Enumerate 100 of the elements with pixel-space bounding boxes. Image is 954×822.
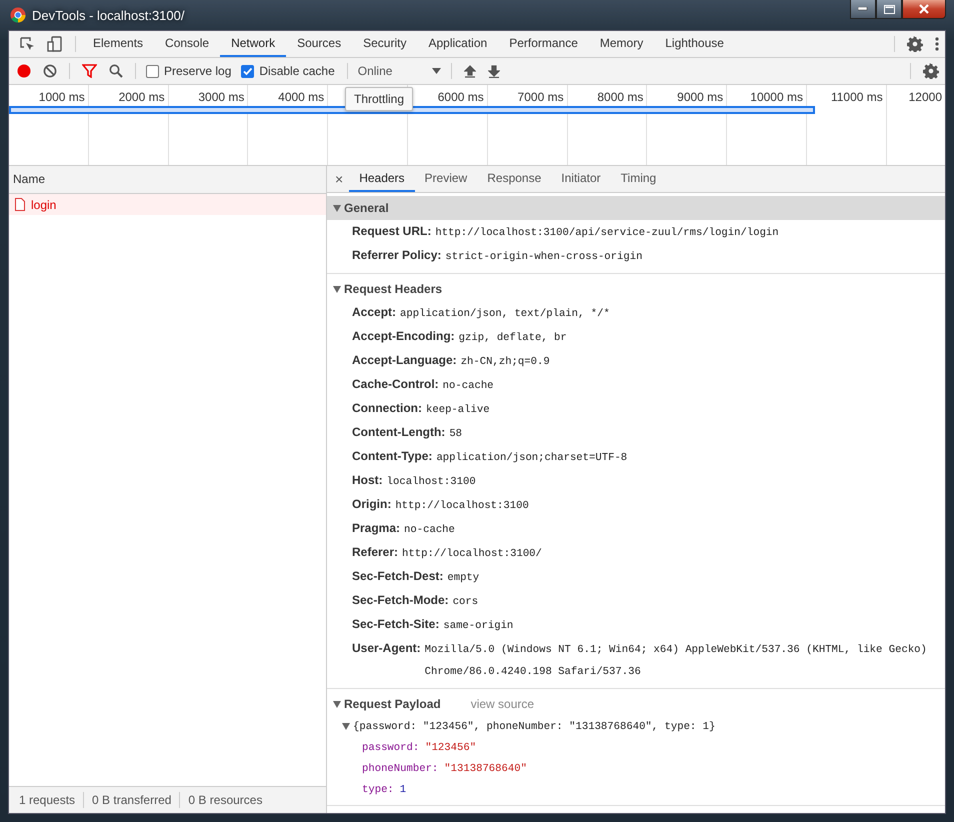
request-row[interactable]: login (9, 194, 326, 215)
column-header[interactable]: Name (9, 166, 326, 194)
time-tick-label: 1000 ms (38, 90, 85, 104)
header-name: Sec-Fetch-Site: (352, 616, 440, 633)
status-text: 0 B resources (188, 793, 262, 807)
time-tick-label: 2000 ms (118, 90, 165, 104)
view-source-link[interactable]: view source (470, 697, 534, 711)
time-tick-label: 4000 ms (278, 90, 324, 104)
window-title: DevTools - localhost:3100/ (32, 8, 184, 22)
header-value: Mozilla/5.0 (Windows NT 6.1; Win64; x64) AppleWebKit/537.36 (KHTML, like Gecko) Chrome/86.0.4240.198 Safari/537.36 (424, 643, 928, 680)
header-value: empty (447, 571, 480, 586)
property-key: type: (362, 784, 394, 796)
header-value: http://localhost:3100/api/service-zuul/rms/login/login (435, 226, 779, 241)
header-name: Accept: (352, 304, 396, 321)
header-name: Referer: (352, 544, 398, 561)
property-value: 1 (400, 784, 406, 796)
close-button[interactable] (902, 0, 946, 19)
header-name: Pragma: (352, 520, 400, 537)
header-name: Content-Type: (352, 448, 432, 465)
search-icon[interactable] (109, 64, 123, 78)
close-icon (918, 4, 930, 14)
close-button[interactable]: × (327, 166, 350, 192)
maximize-button[interactable] (876, 0, 902, 19)
time-tick-label: 8000 ms (597, 90, 644, 104)
detail-tab[interactable]: Timing (610, 166, 666, 192)
clear-icon[interactable] (43, 64, 57, 78)
checkbox[interactable] (146, 64, 159, 78)
header-value: keep-alive (426, 403, 490, 418)
upload-icon[interactable] (464, 64, 476, 78)
tooltip: Throttling (345, 87, 414, 111)
header-value: application/json, text/plain, */* (400, 307, 610, 322)
inspect-icon[interactable] (19, 36, 35, 52)
throttling-dropdown[interactable]: Online (354, 64, 446, 78)
header-name: Referrer Policy: (352, 247, 442, 264)
time-tick-label: 10000 ms (750, 90, 803, 104)
request-name: login (31, 198, 56, 212)
maximize-icon (884, 4, 894, 14)
header-value: zh-CN,zh;q=0.9 (460, 355, 550, 370)
panel-tab[interactable]: Security (352, 31, 418, 57)
header-value: no-cache (404, 523, 455, 538)
header-name: Cache-Control: (352, 376, 439, 393)
minimize-button[interactable] (850, 0, 876, 19)
header-name: Sec-Fetch-Dest: (352, 568, 444, 585)
detail-tab[interactable]: Response (477, 166, 552, 192)
filter-icon[interactable] (82, 64, 97, 78)
record-button[interactable] (17, 64, 31, 78)
more-menu-icon[interactable] (935, 37, 939, 51)
settings-icon[interactable] (907, 36, 923, 52)
header-value: localhost:3100 (386, 475, 476, 490)
panel-tab[interactable]: Console (154, 31, 220, 57)
device-toolbar-icon[interactable] (47, 36, 63, 52)
panel-tab[interactable]: Application (417, 31, 498, 57)
header-name: Accept-Encoding: (352, 328, 455, 345)
panel-tab[interactable]: Memory (588, 31, 654, 57)
checkbox-label: Disable cache (259, 64, 335, 78)
panel-tab[interactable]: Elements (82, 31, 154, 57)
section-header[interactable]: Request Payload view source (327, 692, 945, 716)
document-icon (15, 198, 25, 211)
header-name: Sec-Fetch-Mode: (352, 592, 449, 609)
panel-tab[interactable]: Performance (498, 31, 589, 57)
header-name: User-Agent: (352, 640, 421, 657)
detail-tab[interactable]: Headers (349, 166, 415, 192)
payload-summary: {password: "123456", phoneNumber: "13138768640", type: 1} (353, 720, 716, 732)
header-value: same-origin (443, 619, 514, 634)
header-value: 58 (449, 427, 462, 442)
property-key: password: (362, 742, 420, 754)
settings-icon[interactable] (923, 63, 939, 79)
checkbox-label: Preserve log (164, 64, 232, 78)
header-value: http://localhost:3100 (395, 499, 529, 514)
time-tick-label: 7000 ms (518, 90, 564, 104)
download-icon[interactable] (488, 64, 500, 78)
panel-tab[interactable]: Sources (286, 31, 352, 57)
time-tick-label: 12000 (908, 90, 942, 104)
time-tick-label: 6000 ms (438, 90, 484, 104)
header-value: strict-origin-when-cross-origin (445, 250, 642, 265)
time-tick-label: 11000 ms (830, 90, 883, 104)
browser-logo-icon (10, 7, 26, 23)
panel-tab[interactable]: Lighthouse (654, 31, 735, 57)
minimize-icon (858, 7, 868, 11)
header-name: Content-Length: (352, 424, 446, 441)
header-name: Request URL: (352, 223, 432, 240)
property-value: "13138768640" (444, 762, 527, 774)
header-name: Connection: (352, 400, 422, 417)
property-value: "123456" (425, 742, 476, 754)
time-tick-label: 9000 ms (677, 90, 724, 104)
header-value: gzip, deflate, br (458, 331, 567, 346)
detail-tab[interactable]: Initiator (551, 166, 611, 192)
section-header[interactable]: General (327, 196, 945, 220)
expand-triangle-icon (342, 723, 350, 730)
header-name: Origin: (352, 496, 392, 513)
status-text: 1 requests (19, 793, 76, 807)
dropdown-caret-icon (432, 68, 442, 74)
status-text: 0 B transferred (92, 793, 172, 807)
time-tick-label: 3000 ms (198, 90, 244, 104)
checkbox[interactable] (241, 64, 254, 78)
header-name: Accept-Language: (352, 352, 457, 369)
property-key: phoneNumber: (362, 762, 438, 774)
detail-tab[interactable]: Preview (414, 166, 478, 192)
header-name: Host: (352, 472, 383, 489)
section-header[interactable]: Request Headers (327, 277, 945, 301)
